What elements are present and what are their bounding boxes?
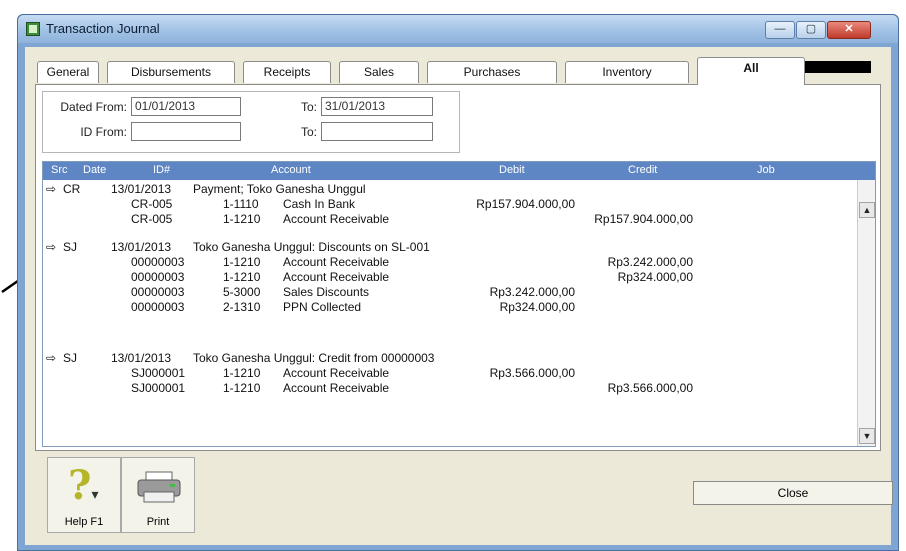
- line-id: SJ000001: [131, 366, 186, 380]
- printer-icon: [137, 471, 181, 503]
- line-credit: Rp324.000,00: [617, 270, 693, 284]
- dated-to-input[interactable]: 31/01/2013: [321, 97, 433, 116]
- group-memo: Payment; Toko Ganesha Unggul: [193, 182, 366, 196]
- line-id: 00000003: [131, 255, 185, 269]
- line-id: 00000003: [131, 285, 185, 299]
- col-debit[interactable]: Debit: [499, 164, 525, 176]
- transaction-journal-window: Transaction Journal — ▢ ✕ General Disbur…: [17, 14, 899, 551]
- col-account[interactable]: Account: [271, 164, 311, 176]
- group-date: 13/01/2013: [111, 182, 172, 196]
- line-id: SJ000001: [131, 381, 186, 395]
- tab-strip-background: [805, 61, 871, 73]
- col-credit[interactable]: Credit: [628, 164, 657, 176]
- line-account-number: 2-1310: [223, 300, 261, 314]
- group-src: SJ: [63, 351, 78, 365]
- line-account-number: 1-1210: [223, 255, 261, 269]
- id-to-label: To:: [300, 125, 317, 139]
- dated-from-label: Dated From:: [60, 100, 127, 114]
- close-window-button[interactable]: ✕: [827, 21, 871, 39]
- line-id: 00000003: [131, 270, 185, 284]
- minimize-button[interactable]: —: [765, 21, 795, 39]
- row-arrow-icon[interactable]: ⇨: [46, 182, 56, 196]
- line-debit: Rp157.904.000,00: [476, 197, 575, 211]
- line-account-number: 1-1210: [223, 381, 261, 395]
- line-account-name: Account Receivable: [283, 381, 390, 395]
- scroll-down-icon[interactable]: ▼: [859, 428, 875, 444]
- filter-box: Dated From: 01/01/2013 To: 31/01/2013 ID…: [42, 91, 460, 153]
- line-credit: Rp3.566.000,00: [607, 381, 693, 395]
- bottom-toolbar: ?▾ Help F1 Print Close: [35, 457, 893, 539]
- tab-sales[interactable]: Sales: [339, 61, 419, 83]
- line-account-name: Account Receivable: [283, 255, 390, 269]
- dated-to-label: To:: [300, 100, 317, 114]
- line-id: CR-005: [131, 197, 173, 211]
- group-src: SJ: [63, 240, 78, 254]
- tab-all[interactable]: All: [697, 57, 805, 85]
- col-date[interactable]: Date: [83, 164, 106, 176]
- line-account-number: 1-1210: [223, 270, 261, 284]
- print-button[interactable]: Print: [121, 457, 195, 533]
- line-account-number: 1-1110: [223, 197, 259, 211]
- col-src[interactable]: Src: [51, 164, 68, 176]
- group-src: CR: [63, 182, 81, 196]
- line-credit: Rp3.242.000,00: [607, 255, 693, 269]
- tab-receipts[interactable]: Receipts: [243, 61, 331, 83]
- grid-header: Src Date ID# Account Debit Credit Job: [43, 162, 875, 180]
- line-account-number: 5-3000: [223, 285, 261, 299]
- tab-disbursements[interactable]: Disbursements: [107, 61, 235, 83]
- group-memo: Toko Ganesha Unggul: Discounts on SL-001: [193, 240, 430, 254]
- col-id[interactable]: ID#: [153, 164, 170, 176]
- grid-body: ⇨ CR 13/01/2013 Payment; Toko Ganesha Un…: [43, 180, 857, 446]
- line-debit: Rp3.242.000,00: [489, 285, 575, 299]
- journal-grid: Src Date ID# Account Debit Credit Job ⇨ …: [42, 161, 876, 447]
- row-arrow-icon[interactable]: ⇨: [46, 351, 56, 365]
- print-button-label: Print: [146, 516, 170, 528]
- line-account-name: Account Receivable: [283, 212, 390, 226]
- close-button[interactable]: Close: [693, 481, 893, 505]
- tab-inventory[interactable]: Inventory: [565, 61, 689, 83]
- window-client-area: General Disbursements Receipts Sales Pur…: [25, 47, 893, 545]
- line-account-name: Account Receivable: [283, 270, 390, 284]
- title-bar[interactable]: Transaction Journal — ▢ ✕: [18, 15, 898, 43]
- tab-panel-all: Dated From: 01/01/2013 To: 31/01/2013 ID…: [35, 84, 881, 451]
- maximize-button[interactable]: ▢: [796, 21, 826, 39]
- line-debit: Rp3.566.000,00: [489, 366, 575, 380]
- id-from-input[interactable]: [131, 122, 241, 141]
- tab-general[interactable]: General: [37, 61, 99, 83]
- line-account-name: PPN Collected: [283, 300, 362, 314]
- help-button-label: Help F1: [64, 516, 104, 528]
- line-debit: Rp324.000,00: [499, 300, 575, 314]
- dated-from-input[interactable]: 01/01/2013: [131, 97, 241, 116]
- group-memo: Toko Ganesha Unggul: Credit from 0000000…: [193, 351, 435, 365]
- window-title: Transaction Journal: [46, 21, 160, 36]
- line-account-number: 1-1210: [223, 212, 261, 226]
- line-account-number: 1-1210: [223, 366, 261, 380]
- col-job[interactable]: Job: [757, 164, 775, 176]
- group-date: 13/01/2013: [111, 351, 172, 365]
- line-account-name: Sales Discounts: [283, 285, 370, 299]
- id-to-input[interactable]: [321, 122, 433, 141]
- line-account-name: Account Receivable: [283, 366, 390, 380]
- line-credit: Rp157.904.000,00: [594, 212, 693, 226]
- line-account-name: Cash In Bank: [283, 197, 356, 211]
- scroll-up-icon[interactable]: ▲: [859, 202, 875, 218]
- line-id: CR-005: [131, 212, 173, 226]
- grid-scrollbar[interactable]: ▲ ▼: [857, 180, 875, 446]
- line-id: 00000003: [131, 300, 185, 314]
- group-date: 13/01/2013: [111, 240, 172, 254]
- app-icon: [26, 22, 40, 36]
- tab-purchases[interactable]: Purchases: [427, 61, 557, 83]
- help-button[interactable]: ?▾ Help F1: [47, 457, 121, 533]
- id-from-label: ID From:: [80, 125, 127, 139]
- help-question-icon: ?▾: [68, 462, 99, 509]
- row-arrow-icon[interactable]: ⇨: [46, 240, 56, 254]
